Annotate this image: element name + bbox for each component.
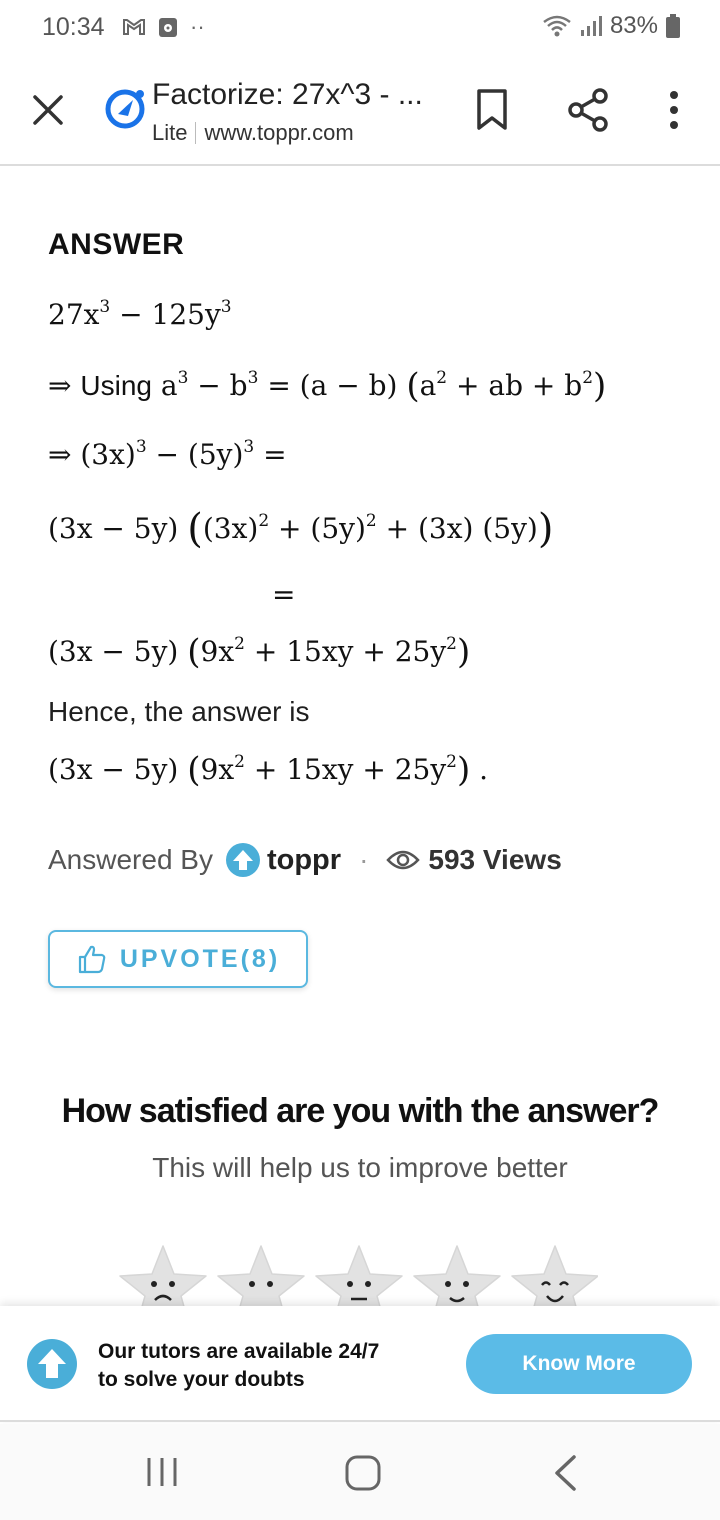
bookmark-icon[interactable] [474, 88, 510, 132]
very-satisfied-star-icon[interactable] [510, 1244, 598, 1306]
status-time: 10:34 [42, 13, 105, 41]
page-subtitle: Lite www.toppr.com [152, 120, 354, 146]
battery-percent: 83% [609, 12, 658, 39]
signal-icon [580, 16, 602, 36]
answer-heading: ANSWER [48, 228, 185, 261]
calendar-icon [159, 18, 177, 37]
wifi-icon [543, 15, 571, 37]
math-line-4: (3x − 5y) ((3x)2 + (5y)2 + (3x) (5y)) [48, 506, 554, 552]
math-line-7: (3x − 5y) (9x2 + 15xy + 25y2) . [48, 750, 489, 790]
toppr-brand: toppr [266, 843, 342, 876]
more-notifications: ·· [190, 14, 205, 39]
gmail-icon [123, 19, 145, 35]
status-bar: 10:34 ·· 83% [0, 0, 720, 56]
browser-app-bar: Factorize: 27x^3 - ... Lite www.toppr.co… [0, 56, 720, 166]
home-icon[interactable] [344, 1454, 382, 1492]
know-more-button[interactable]: Know More [466, 1334, 692, 1394]
upvote-label: UPVOTE(8) [119, 944, 281, 973]
toppr-upload-icon [27, 1339, 77, 1389]
satisfaction-subtitle: This will help us to improve better [152, 1152, 568, 1183]
tutor-banner-line-1: Our tutors are available 24/7 [98, 1340, 380, 1363]
rating-stars [118, 1244, 598, 1306]
neutral-star-icon[interactable] [314, 1244, 404, 1306]
meta-separator: · [359, 844, 369, 875]
tutor-banner-text: Our tutors are available 24/7 to solve y… [98, 1338, 379, 1394]
math-line-2: ⇒ Using a3 − b3 = (a − b) (a2 + ab + b2) [48, 366, 607, 406]
tutor-banner: Our tutors are available 24/7 to solve y… [0, 1306, 720, 1422]
share-icon[interactable] [566, 88, 610, 132]
math-line-1: 27x3 − 125y3 [48, 297, 232, 331]
toppr-logo-icon [225, 843, 260, 877]
system-nav-bar [0, 1424, 720, 1520]
lite-label: Lite [152, 120, 188, 145]
notification-icons: ·· [122, 14, 205, 40]
answered-by-row: Answered By toppr · 593 Views [48, 842, 562, 878]
recent-apps-icon[interactable] [144, 1456, 180, 1488]
page-title: Factorize: 27x^3 - ... [152, 78, 423, 111]
thumbs-up-icon [78, 945, 106, 974]
more-options-icon[interactable] [664, 90, 684, 130]
math-line-3: ⇒ (3x)3 − (5y)3 = [48, 437, 287, 471]
lite-mode-icon[interactable] [104, 88, 146, 130]
answered-by-label: Answered By [48, 844, 213, 875]
math-line-5: = [272, 578, 296, 611]
satisfied-star-icon[interactable] [412, 1244, 502, 1306]
satisfaction-title: How satisfied are you with the answer? [61, 1092, 660, 1130]
hence-text: Hence, the answer is [48, 696, 310, 727]
views-count: 593 Views [428, 844, 562, 875]
back-icon[interactable] [552, 1454, 578, 1492]
close-icon[interactable] [30, 92, 66, 128]
math-line-6: (3x − 5y) (9x2 + 15xy + 25y2) [48, 632, 471, 672]
subtitle-divider [195, 122, 197, 144]
unsatisfied-star-icon[interactable] [216, 1244, 306, 1306]
very-unsatisfied-star-icon[interactable] [118, 1244, 208, 1306]
page-url: www.toppr.com [204, 120, 354, 145]
tutor-banner-line-2: to solve your doubts [98, 1368, 305, 1391]
upvote-button[interactable]: UPVOTE(8) [48, 930, 308, 988]
eye-icon [386, 850, 421, 870]
battery-icon [666, 14, 680, 38]
